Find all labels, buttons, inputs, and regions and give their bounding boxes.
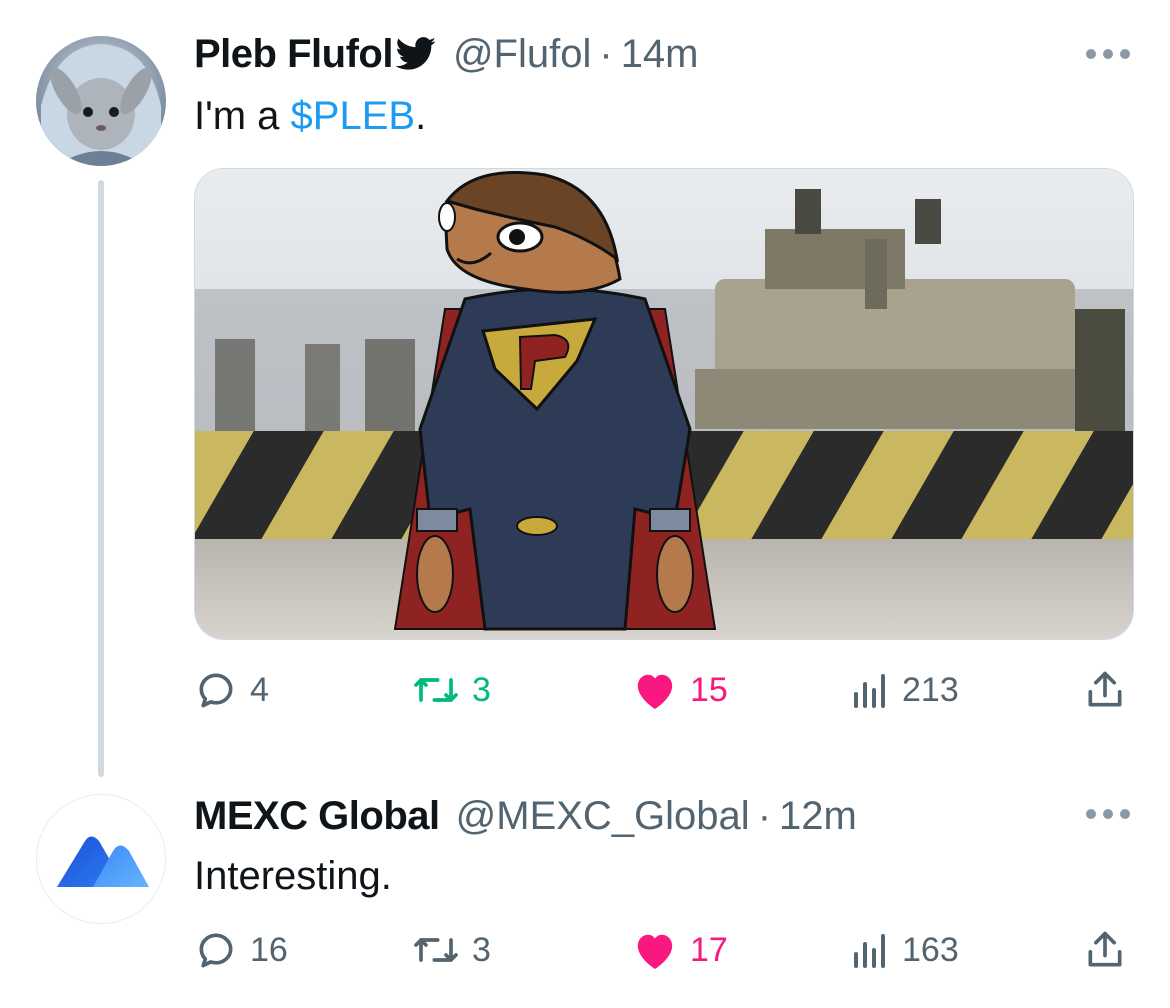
avatar-pleb-flufol[interactable] (36, 36, 166, 166)
views-count: 213 (902, 670, 959, 709)
reply-count: 4 (250, 670, 269, 709)
tweet-actions: 16 3 17 163 (194, 922, 1134, 978)
views-count: 163 (902, 930, 959, 969)
cashtag-link[interactable]: $PLEB (291, 94, 416, 138)
tweet-actions: 4 3 15 213 (194, 662, 1134, 718)
like-count: 17 (690, 930, 728, 969)
reply-button[interactable]: 16 (194, 922, 288, 978)
share-button[interactable] (1084, 662, 1126, 718)
like-button[interactable]: 15 (632, 662, 728, 718)
tweet-text: I'm a $PLEB. (194, 92, 426, 140)
views-button[interactable]: 213 (850, 662, 959, 718)
thread-line (98, 180, 104, 777)
tweet-mexc-global[interactable]: MEXC Global @MEXC_Global · 12m Interesti… (0, 780, 1170, 1008)
share-icon (1084, 928, 1126, 972)
tweet-image[interactable] (194, 168, 1134, 640)
like-icon (632, 929, 678, 971)
text-suffix: . (415, 94, 427, 138)
reply-button[interactable]: 4 (194, 662, 269, 718)
reply-icon (194, 928, 238, 972)
timestamp[interactable]: 12m (779, 792, 857, 840)
reply-icon (194, 668, 238, 712)
reply-count: 16 (250, 930, 288, 969)
like-icon (632, 669, 678, 711)
like-button[interactable]: 17 (632, 922, 728, 978)
tweet-header: Pleb Flufol @Flufol · 14m (194, 30, 699, 78)
tweet-text: Interesting. (194, 854, 392, 898)
handle[interactable]: @Flufol (453, 30, 591, 78)
retweet-count: 3 (472, 930, 491, 969)
text-prefix: I'm a (194, 94, 291, 138)
timestamp[interactable]: 14m (621, 30, 699, 78)
share-button[interactable] (1084, 922, 1126, 978)
separator: · (757, 794, 772, 838)
share-icon (1084, 668, 1126, 712)
like-count: 15 (690, 670, 728, 709)
tweet-header: MEXC Global @MEXC_Global · 12m (194, 792, 857, 840)
display-name[interactable]: Pleb Flufol (194, 30, 393, 78)
tweet-pleb-flufol[interactable]: Pleb Flufol @Flufol · 14m I'm a $PLEB. 4… (0, 0, 1170, 780)
more-icon[interactable] (1086, 804, 1130, 824)
display-name[interactable]: MEXC Global (194, 792, 440, 840)
twitter-bird-icon (395, 34, 437, 70)
views-icon (850, 930, 890, 970)
more-icon[interactable] (1086, 44, 1130, 64)
retweet-count: 3 (472, 670, 491, 709)
retweet-icon (412, 670, 460, 710)
views-button[interactable]: 163 (850, 922, 959, 978)
avatar-mexc-global[interactable] (36, 794, 166, 924)
separator: · (599, 32, 613, 76)
retweet-button[interactable]: 3 (412, 662, 491, 718)
retweet-icon (412, 930, 460, 970)
views-icon (850, 670, 890, 710)
retweet-button[interactable]: 3 (412, 922, 491, 978)
handle[interactable]: @MEXC_Global (456, 792, 750, 840)
